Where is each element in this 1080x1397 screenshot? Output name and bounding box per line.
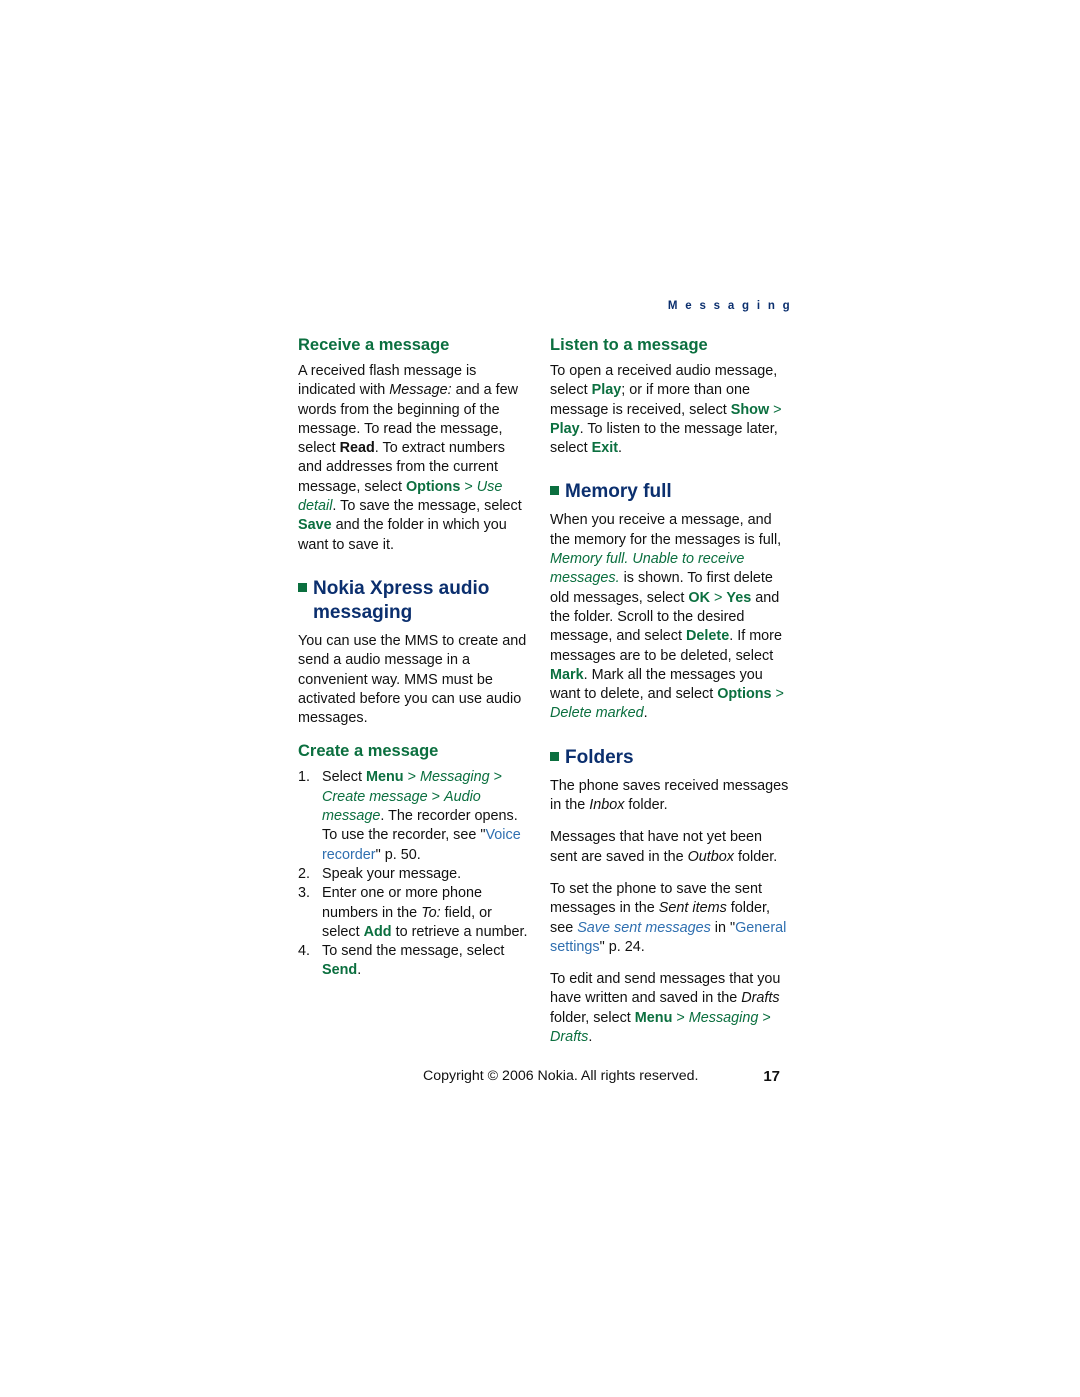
running-head: M e s s a g i n g [667,300,792,312]
list-item: To send the message, select Send. [298,942,531,981]
create-message-steps: Select Menu > Messaging > Create message… [298,768,531,980]
text-frag: . [357,962,362,979]
paragraph-memory-full: When you receive a message, and the memo… [550,511,792,723]
cross-reference-page: 24 [624,938,641,955]
text-frag: > [758,1009,771,1026]
text-frag: . [643,705,648,722]
bullet-square-icon [298,582,307,592]
text-frag: folder. [624,797,668,814]
italic-drafts-2: Drafts [550,1029,589,1046]
list-item: Enter one or more phone numbers in the T… [298,884,531,942]
text-frag: folder. [734,848,778,865]
text-frag: . To save the message, select [332,498,522,515]
italic-to-field: To: [421,904,441,921]
list-item: Speak your message. [298,865,462,885]
paragraph-listen-to-a-message: To open a received audio message, select… [550,362,792,458]
bold-play: Play [591,382,622,399]
text-frag: The phone saves received messages in the [550,777,789,814]
bold-options: Options [405,478,461,495]
text-frag: . [640,938,645,955]
bullet-square-icon [550,751,559,761]
heading-folders: Folders [550,746,792,770]
bold-ok: OK [688,589,710,606]
bold-menu: Menu [634,1009,673,1026]
italic-drafts: Drafts [741,990,780,1007]
paragraph-receive-a-message: A received flash message is indicated wi… [298,362,531,555]
bold-read: Read [339,440,375,457]
text-frag: . [416,846,421,863]
text-frag: > [427,788,444,805]
text-frag: to retrieve a number. [391,923,528,940]
text-frag: > [771,686,784,703]
text-frag: . To listen to the message later, select [550,420,778,457]
text-frag: > [489,769,502,786]
heading-listen-to-a-message: Listen to a message [550,336,708,354]
italic-messaging: Messaging [419,769,490,786]
paragraph-folders-sent-items: To set the phone to save the sent messag… [550,880,792,957]
bold-show: Show [730,401,770,418]
text-frag: > [672,1009,689,1026]
text-frag: folder, select [550,1009,635,1026]
italic-delete-marked: Delete marked [550,705,644,722]
text-frag: > [709,589,727,606]
bold-add: Add [363,923,392,940]
heading-create-a-message: Create a message [298,742,439,761]
right-column: Listen to a message To open a received a… [550,335,792,1060]
heading-line-1: Nokia Xpress audio [313,577,490,599]
text-frag: > [769,401,782,418]
bold-save: Save [298,517,332,534]
page-number: 17 [763,1068,780,1085]
bullet-square-icon [550,486,559,496]
text-frag: > [460,478,477,495]
paragraph-xpress-intro: You can use the MMS to create and send a… [298,632,527,727]
paragraph-folders-outbox: Messages that have not yet been sent are… [550,828,792,867]
italic-outbox: Outbox [687,848,735,865]
text-frag: " p. [599,938,625,955]
copyright-text: Copyright © 2006 Nokia. All rights reser… [423,1068,699,1084]
text-frag: To send the message, select [322,943,505,960]
heading-text: Memory full [565,481,672,503]
bold-yes: Yes [726,589,752,606]
bold-exit: Exit [591,440,618,457]
heading-nokia-xpress-audio-messaging: Nokia Xpress audio messaging [298,577,531,625]
text-frag: . [618,440,622,457]
document-page: M e s s a g i n g Receive a message A re… [0,0,1080,1397]
bold-play-2: Play [550,420,580,437]
heading-line-2: messaging [313,601,413,623]
cross-reference-page: 50 [400,846,417,863]
cross-reference-save-sent-messages[interactable]: Save sent messages [577,920,711,936]
left-column: Receive a message A received flash messa… [298,335,531,981]
italic-create-message: Create message [322,788,428,805]
italic-message-label: Message: [389,382,452,399]
paragraph-folders-inbox: The phone saves received messages in the… [550,777,792,816]
text-frag: in " [710,919,736,936]
italic-inbox: Inbox [589,797,625,814]
bold-menu: Menu [366,769,404,786]
text-frag: " p. [375,846,401,863]
list-item: Select Menu > Messaging > Create message… [298,768,531,864]
text-frag: > [403,769,420,786]
paragraph-folders-drafts: To edit and send messages that you have … [550,970,792,1047]
text-frag: . [588,1029,593,1046]
heading-text: Folders [565,746,634,768]
heading-memory-full: Memory full [550,480,792,504]
text-frag: When you receive a message, and the memo… [550,512,782,548]
bold-delete: Delete [686,628,730,645]
text-frag: Select [322,769,366,786]
bold-mark: Mark [550,666,584,683]
italic-sent-items: Sent items [658,900,727,917]
bold-options: Options [717,686,772,703]
heading-receive-a-message: Receive a message [298,336,450,354]
bold-send: Send [322,962,358,979]
italic-messaging: Messaging [688,1009,759,1026]
